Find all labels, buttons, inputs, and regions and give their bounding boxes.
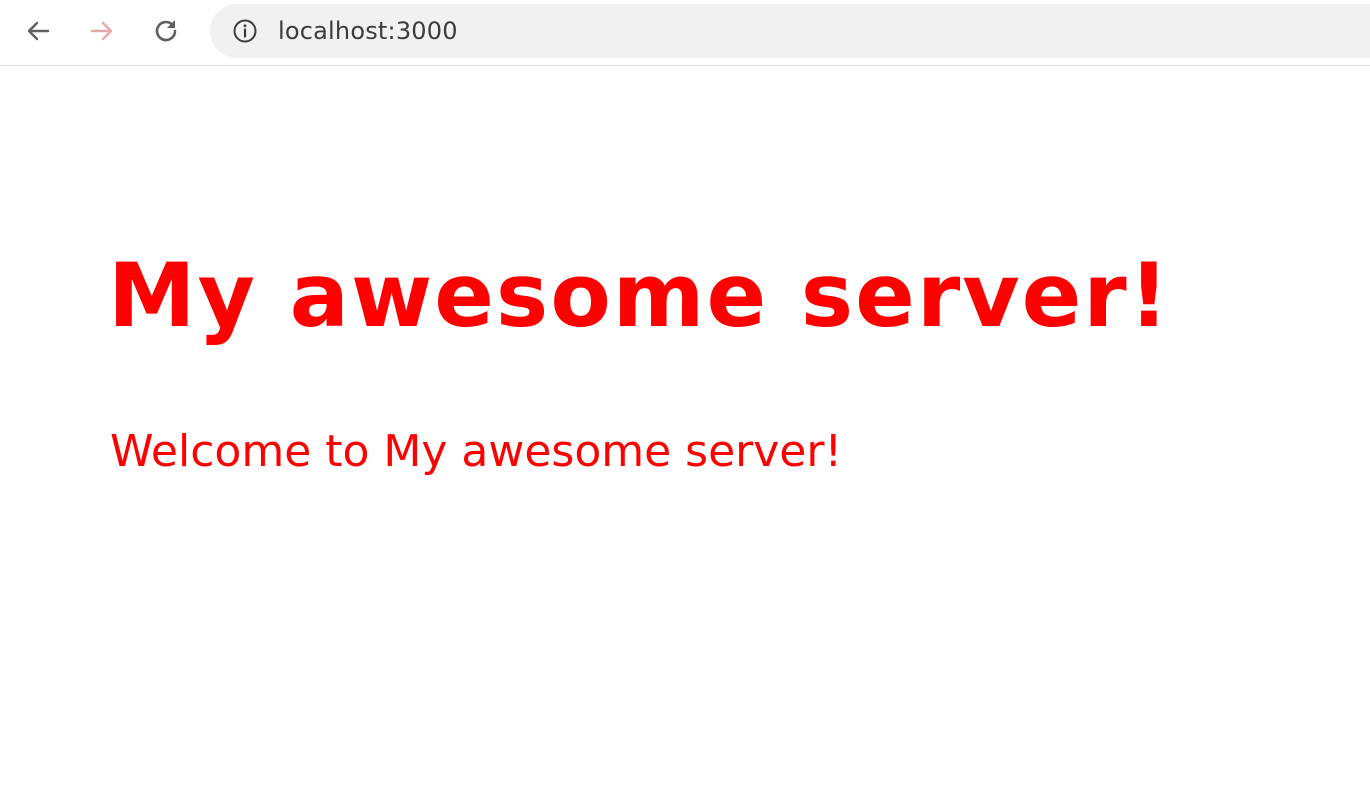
page-content: My awesome server! Welcome to My awesome… [0, 66, 1370, 790]
arrow-right-icon [88, 17, 116, 45]
back-button[interactable] [18, 11, 58, 51]
url-text[interactable]: localhost:3000 [278, 17, 458, 45]
forward-button[interactable] [82, 11, 122, 51]
browser-toolbar: localhost:3000 [0, 0, 1370, 66]
arrow-left-icon [24, 17, 52, 45]
reload-icon [151, 16, 181, 46]
info-icon[interactable] [232, 18, 258, 44]
address-bar[interactable]: localhost:3000 [210, 4, 1370, 58]
page-heading: My awesome server! [108, 244, 1171, 347]
reload-button[interactable] [146, 11, 186, 51]
welcome-text: Welcome to My awesome server! [110, 426, 843, 477]
